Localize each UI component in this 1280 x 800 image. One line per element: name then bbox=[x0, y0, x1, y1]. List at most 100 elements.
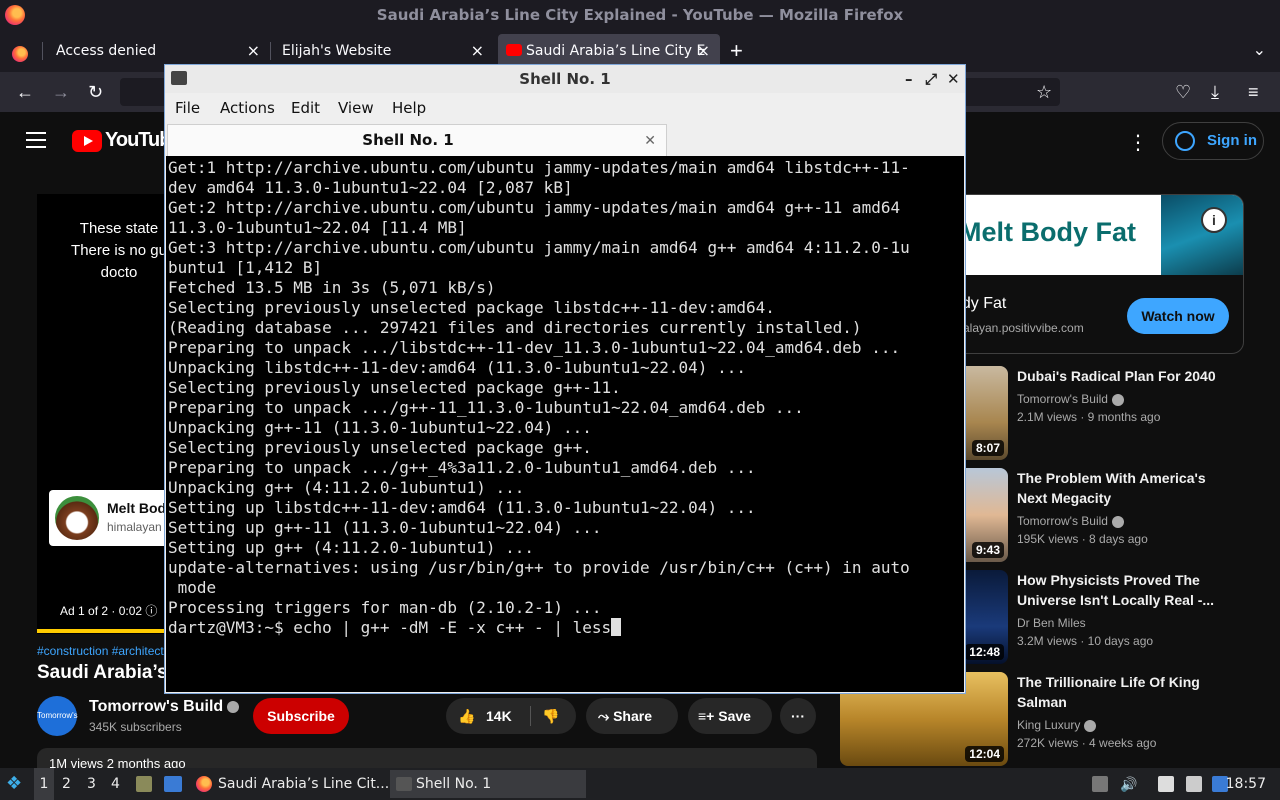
recommended-title[interactable]: How Physicists Proved The Universe Isn't… bbox=[1017, 570, 1217, 610]
tab-label: Saudi Arabia’s Line City E bbox=[526, 43, 706, 59]
forward-button[interactable]: → bbox=[52, 72, 70, 112]
show-desktop-icon[interactable] bbox=[164, 776, 182, 792]
recommended-channel[interactable]: King Luxury bbox=[1017, 718, 1097, 732]
taskbar-window-firefox[interactable]: Saudi Arabia’s Line Cit... bbox=[192, 770, 388, 798]
terminal-title: Shell No. 1 bbox=[519, 70, 611, 88]
recommended-title[interactable]: Dubai's Radical Plan For 2040 bbox=[1017, 366, 1217, 386]
settings-kebab-icon[interactable]: ⋮ bbox=[1128, 130, 1148, 155]
account-icon bbox=[1175, 131, 1195, 151]
verified-icon bbox=[1111, 515, 1124, 528]
video-duration: 8:07 bbox=[971, 440, 1004, 456]
app-menu-button[interactable]: ≡ bbox=[1248, 72, 1259, 112]
recommended-meta: 2.1M views · 9 months ago bbox=[1017, 410, 1161, 424]
side-ad-picture bbox=[1161, 195, 1243, 275]
video-hashtags[interactable]: #construction #architect bbox=[37, 644, 164, 658]
tab-youtube-video[interactable]: Saudi Arabia’s Line City E × bbox=[498, 34, 720, 68]
text-cursor bbox=[611, 618, 622, 636]
recommended-meta: 272K views · 4 weeks ago bbox=[1017, 736, 1157, 750]
workspace-3[interactable]: 3 bbox=[87, 768, 96, 800]
share-icon: ⤳ bbox=[598, 708, 614, 724]
window-titlebar: Saudi Arabia’s Line City Explained - You… bbox=[0, 0, 1280, 30]
channel-avatar[interactable]: Tomorrow's Build bbox=[37, 696, 78, 760]
downloads-button[interactable]: ⤓ bbox=[1211, 72, 1219, 112]
sign-in-label: Sign in bbox=[1207, 132, 1257, 149]
recommended-title[interactable]: The Problem With America's Next Megacity bbox=[1017, 468, 1217, 508]
description-meta: 1M views 2 months ago bbox=[49, 756, 186, 768]
terminal-output[interactable]: Get:1 http://archive.ubuntu.com/ubuntu j… bbox=[166, 156, 964, 692]
minimize-button[interactable]: – bbox=[905, 65, 913, 93]
recommended-channel[interactable]: Tomorrow's Build bbox=[1017, 514, 1124, 528]
start-menu-icon[interactable]: ❖ bbox=[6, 768, 26, 800]
clock[interactable]: 18:57 bbox=[1226, 768, 1266, 800]
network-icon[interactable] bbox=[1186, 776, 1202, 792]
recommended-meta: 195K views · 8 days ago bbox=[1017, 532, 1148, 546]
terminal-window[interactable]: Shell No. 1 – ⤢ ✕ File Actions Edit View… bbox=[164, 64, 966, 694]
verified-icon bbox=[1111, 393, 1124, 406]
ad-counter-label: Ad 1 of 2 · 0:02 ⓘ bbox=[60, 604, 158, 618]
close-icon[interactable]: ✕ bbox=[644, 125, 656, 155]
save-label: Save bbox=[718, 708, 751, 724]
volume-icon[interactable]: 🔊 bbox=[1120, 776, 1137, 792]
workspace-1[interactable]: 1 bbox=[34, 768, 54, 800]
close-icon[interactable]: × bbox=[247, 34, 260, 68]
close-button[interactable]: ✕ bbox=[947, 65, 960, 93]
reload-button[interactable]: ↻ bbox=[88, 72, 103, 112]
sign-in-button[interactable]: Sign in bbox=[1162, 122, 1264, 160]
more-actions-button[interactable]: ··· bbox=[780, 698, 816, 734]
recommended-channel[interactable]: Tomorrow's Build bbox=[1017, 392, 1124, 406]
close-icon[interactable]: × bbox=[471, 34, 484, 68]
menu-view[interactable]: View bbox=[338, 93, 374, 123]
terminal-titlebar[interactable]: Shell No. 1 – ⤢ ✕ bbox=[165, 65, 965, 93]
side-ad-headline: Melt Body Fat bbox=[959, 217, 1137, 247]
terminal-line: Preparing to unpack .../g++_4%3a11.2.0-1… bbox=[168, 458, 756, 477]
terminal-line: update-alternatives: using /usr/bin/g++ … bbox=[168, 558, 910, 577]
like-count[interactable]: 14K bbox=[486, 698, 512, 734]
workspace-4[interactable]: 4 bbox=[111, 768, 120, 800]
video-overlay-text: These state There is no gu docto bbox=[71, 220, 167, 281]
terminal-prompt: dartz@VM3:~$ echo | g++ -dM -E -x c++ - … bbox=[168, 618, 612, 637]
channel-name[interactable]: Tomorrow's Build bbox=[89, 698, 240, 716]
menu-edit[interactable]: Edit bbox=[291, 93, 320, 123]
tray-show-hidden-icon[interactable] bbox=[1092, 776, 1108, 792]
tab-list-button[interactable]: ⌄ bbox=[1253, 30, 1266, 72]
workspace-2[interactable]: 2 bbox=[62, 768, 71, 800]
pocket-button[interactable]: ♡ bbox=[1175, 72, 1191, 112]
maximize-button[interactable]: ⤢ bbox=[925, 65, 937, 93]
save-button[interactable]: ≡+ Save bbox=[688, 698, 772, 734]
back-button[interactable]: ← bbox=[16, 72, 34, 112]
menu-actions[interactable]: Actions bbox=[220, 93, 275, 123]
menu-help[interactable]: Help bbox=[392, 93, 426, 123]
hamburger-menu-icon[interactable] bbox=[26, 132, 46, 148]
share-button[interactable]: ⤳ Share bbox=[586, 698, 678, 734]
terminal-icon bbox=[396, 777, 412, 791]
info-icon[interactable]: i bbox=[1201, 207, 1227, 233]
tab-label: Elijah's Website bbox=[282, 43, 392, 59]
terminal-tab[interactable]: Shell No. 1 ✕ bbox=[167, 124, 667, 156]
terminal-menubar: File Actions Edit View Help bbox=[165, 93, 965, 123]
bookmark-star-icon[interactable]: ☆ bbox=[1036, 72, 1052, 112]
close-icon[interactable]: × bbox=[697, 34, 710, 68]
ad-card-domain: himalayan bbox=[107, 520, 162, 534]
recommended-title[interactable]: The Trillionaire Life Of King Salman bbox=[1017, 672, 1217, 712]
menu-file[interactable]: File bbox=[175, 93, 200, 123]
thumbs-down-icon[interactable]: 👎 bbox=[542, 698, 559, 734]
terminal-prompt-line[interactable]: dartz@VM3:~$ echo | g++ -dM -E -x c++ - … bbox=[168, 618, 962, 638]
terminal-line: mode bbox=[168, 578, 217, 597]
subscriber-count: 345K subscribers bbox=[89, 720, 182, 734]
file-manager-icon[interactable] bbox=[136, 776, 152, 792]
terminal-line: Processing triggers for man-db (2.10.2-1… bbox=[168, 598, 602, 617]
channel-text: Tomorrow's Build bbox=[1017, 392, 1108, 406]
recommended-channel[interactable]: Dr Ben Miles bbox=[1017, 616, 1086, 630]
taskbar-window-terminal[interactable]: Shell No. 1 bbox=[390, 770, 586, 798]
terminal-line: Get:3 http://archive.ubuntu.com/ubuntu j… bbox=[168, 238, 910, 257]
tab-elijahs-website[interactable]: Elijah's Website × bbox=[268, 34, 494, 68]
description-box[interactable]: 1M views 2 months ago bbox=[37, 748, 817, 768]
thumbs-up-icon[interactable]: 👍 bbox=[458, 698, 475, 734]
share-label: Share bbox=[613, 708, 653, 724]
clipboard-icon[interactable] bbox=[1158, 776, 1174, 792]
video-title: Saudi Arabia’s L bbox=[37, 662, 185, 683]
tab-access-denied[interactable]: Access denied × bbox=[42, 34, 270, 68]
watch-now-button[interactable]: Watch now bbox=[1127, 298, 1229, 334]
subscribe-button[interactable]: Subscribe bbox=[253, 698, 349, 734]
terminal-line: Get:1 http://archive.ubuntu.com/ubuntu j… bbox=[168, 158, 910, 177]
